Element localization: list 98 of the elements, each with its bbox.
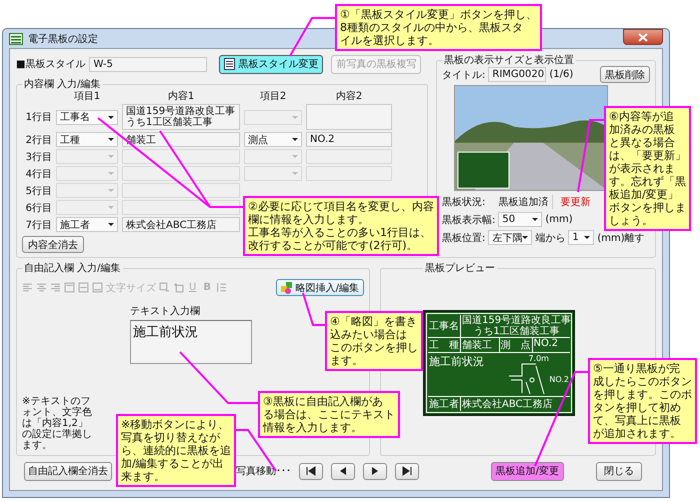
callout-note: ④「略図」を書き 込みたい場合は このボタンを押し ます。 <box>325 311 423 371</box>
sketch-dimension: 7.0m <box>528 354 549 363</box>
title-field: RIMG0020 <box>488 67 546 82</box>
board-value: 株式会社ABC工務店 <box>461 398 554 411</box>
content-field[interactable]: 株式会社ABC工務店 <box>122 217 240 232</box>
next-photo-button[interactable] <box>363 462 387 480</box>
callout-note: ⑤一通り黒板が完 成したらこのボタン を押します。このボ タンを押して初め て、写真上に黒板 が追加されます。 <box>588 358 697 444</box>
window-title: 電子黒板の設定 <box>28 32 98 46</box>
caret-icon <box>108 189 114 192</box>
item-dropdown[interactable]: 工種 <box>56 132 118 147</box>
close-dialog-button[interactable]: 閉じる <box>596 462 642 480</box>
row-label: 3行目 <box>24 150 52 164</box>
board-value: 国道159号道路改良工事 うち1工区舗装工事 <box>461 315 572 337</box>
group-title: 自由記入欄 入力/編集 <box>23 262 122 275</box>
offset-dropdown[interactable]: 1 <box>568 230 594 245</box>
caret-icon <box>108 138 114 141</box>
leader-line <box>302 292 325 326</box>
callout-note: ①「黒板スタイル変更」ボタンを押し、 8種類のスタイルの中から、黒板スタ イルを選択します。 <box>335 4 542 51</box>
previous-photo-button[interactable] <box>331 462 355 480</box>
position-dropdown[interactable]: 左下隅 <box>488 230 532 245</box>
board-label: 施工者 <box>428 397 461 411</box>
shapes-icon <box>280 282 293 294</box>
status-value: 黒板追加済 <box>494 194 554 208</box>
row-label: 6行目 <box>24 202 52 214</box>
style-change-button[interactable]: 黒板スタイル変更 <box>219 54 324 74</box>
first-photo-button[interactable] <box>299 462 323 480</box>
width-dropdown[interactable]: 50 <box>498 212 542 227</box>
clear-content-button[interactable]: 内容全消去 <box>22 236 84 253</box>
photo-counter: (1/6) <box>549 69 574 80</box>
unit-label: (mm) <box>545 214 573 225</box>
text-input-field[interactable]: 施工前状況 <box>130 320 252 364</box>
column-header: 項目1 <box>72 91 102 102</box>
position-label: 黒板位置: <box>442 232 486 244</box>
row-label: 2行目 <box>24 134 52 146</box>
last-icon <box>402 466 412 476</box>
last-photo-button[interactable] <box>395 462 419 480</box>
previous-icon <box>339 466 347 476</box>
unit-label: (mm)離す <box>597 232 645 244</box>
caret-icon <box>108 155 114 158</box>
board-value: 舗装工 <box>461 338 500 352</box>
text-input-label: テキスト入力欄 <box>130 304 200 318</box>
group-title: 黒板の表示サイズと表示位置 <box>443 54 575 67</box>
row-label: 5行目 <box>24 184 52 198</box>
column-header: 内容2 <box>334 91 364 102</box>
callout-note: ②必要に応じて項目名を変更し、内容 欄に情報を入力します。 工事名等が入ることの多い1行目は、 改行することが可能です(2行可)。 <box>243 196 439 256</box>
group-title: 黒板プレビュー <box>424 262 496 275</box>
content-field[interactable]: 国道159号道路改良工事 うち1工区舗装工事 <box>122 104 240 130</box>
column-header: 内容1 <box>166 91 196 102</box>
close-button[interactable] <box>623 29 663 45</box>
item-dropdown[interactable]: 測点 <box>244 132 302 147</box>
title-label: タイトル: <box>442 68 486 82</box>
add-board-button[interactable]: 黒板追加/変更 <box>490 462 564 480</box>
sketch-insert-button[interactable]: 略図挿入/編集 <box>276 279 364 296</box>
content-field[interactable]: NO.2 <box>306 132 392 147</box>
group-title: 内容欄 入力/編集 <box>23 78 102 91</box>
board-label: 測 点 <box>500 338 532 352</box>
callout-note: ③黒板に自由記入欄があ る場合は、ここにテキスト 情報を入力します。 <box>258 391 400 438</box>
delete-board-button[interactable]: 黒板削除 <box>600 66 650 83</box>
callout-note: ※移動ボタンにより、 写真を切り替えなが ら、連続的に黒板を追 加/編集することが出 来ます。 <box>116 414 236 487</box>
caret-icon <box>108 206 114 209</box>
caret-icon <box>292 172 298 175</box>
style-label: ■黒板スタイル <box>16 58 86 71</box>
item-dropdown[interactable]: 施工者 <box>56 217 118 232</box>
row-label: 7行目 <box>24 218 52 232</box>
caret-icon <box>584 236 590 239</box>
column-header: 項目2 <box>258 91 288 102</box>
caret-icon <box>108 172 114 175</box>
sketch-point-label: NO.2 <box>549 374 569 384</box>
caret-icon <box>108 116 114 118</box>
board-value: NO.2 <box>532 338 559 351</box>
update-required-text: 要更新 <box>559 196 590 208</box>
board-label: 工 種 <box>428 338 461 352</box>
item-dropdown[interactable]: 工事名 <box>56 110 118 124</box>
leader-line <box>289 17 335 56</box>
board-label: 工事名 <box>428 315 461 337</box>
style-field[interactable]: W-5 <box>89 56 208 72</box>
row-label: 4行目 <box>24 168 52 180</box>
list-icon <box>9 32 23 44</box>
caret-icon <box>292 155 298 158</box>
font-note: ※テキストのフォント、文字色は「内容1,2」の設定に準拠します。 <box>22 396 93 451</box>
first-icon <box>306 466 316 476</box>
clear-free-text-button[interactable]: 自由記入欄全消去 <box>24 462 112 480</box>
caret-icon <box>522 236 528 239</box>
width-label: 黒板表示幅: <box>442 214 496 226</box>
status-label: 黒板状況: <box>442 196 486 208</box>
row-label: 1行目 <box>24 111 52 124</box>
font-size-label: 文字サイズ <box>106 282 156 294</box>
close-icon <box>638 32 648 42</box>
caret-icon <box>532 218 538 221</box>
callout-note: ⑥内容等が追 加済みの黒板 と異なる場合 は、「要更新」 が表示されま す。忘れず「黒 板追加/変更」 ボタンを押しま しょう。 <box>604 106 691 231</box>
offset-label: 端から <box>535 232 566 244</box>
content-field[interactable] <box>306 104 392 130</box>
board-free-text: 施工前状況 <box>429 354 484 369</box>
caret-icon <box>108 223 114 226</box>
caret-icon <box>292 138 298 141</box>
next-icon <box>371 466 379 476</box>
caret-icon <box>292 116 298 118</box>
document-icon <box>224 58 236 70</box>
